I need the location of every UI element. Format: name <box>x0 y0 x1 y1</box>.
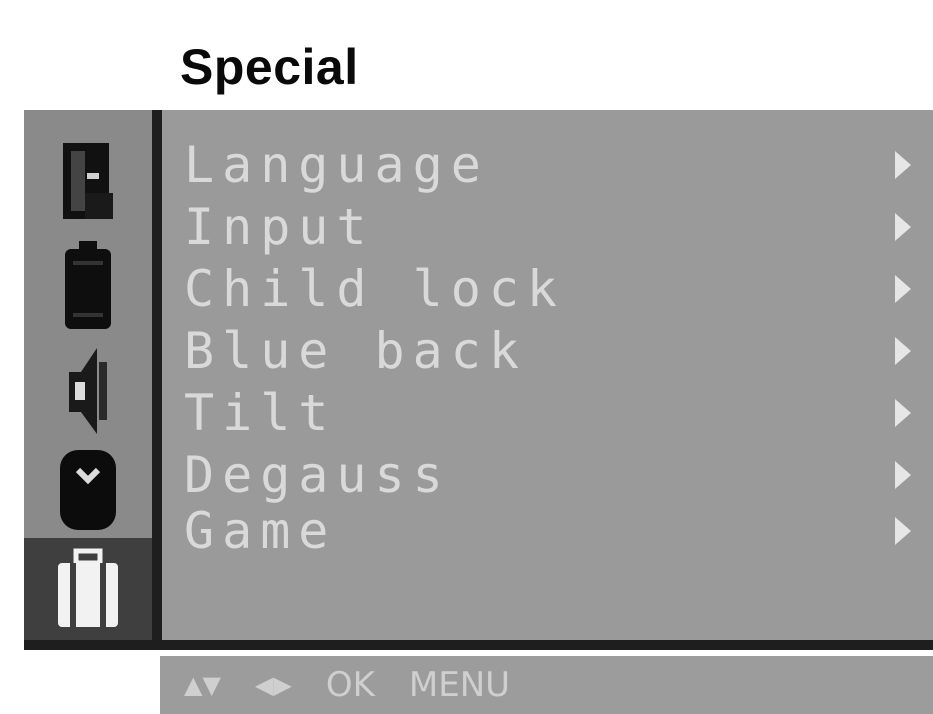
audio-icon[interactable] <box>24 338 152 442</box>
arrow-right-icon <box>895 213 911 241</box>
menu-item-input[interactable]: Input <box>184 198 915 256</box>
arrow-right-icon <box>895 461 911 489</box>
key-guide-bar: ▲▼ ◀▶ OK MENU <box>160 656 933 714</box>
menu-item-label: Degauss <box>184 446 451 504</box>
special-suitcase-icon[interactable] <box>24 538 152 640</box>
menu-key-hint: MENU <box>408 665 511 705</box>
up-down-keys-hint: ▲▼ <box>184 671 221 699</box>
menu-item-game[interactable]: Game <box>184 502 915 560</box>
menu-item-language[interactable]: Language <box>184 136 915 194</box>
menu-item-tilt[interactable]: Tilt <box>184 384 915 442</box>
ok-key-hint: OK <box>325 665 375 705</box>
menu-category-rail <box>24 110 162 650</box>
menu-item-degauss[interactable]: Degauss <box>184 446 915 504</box>
menu-item-label: Child lock <box>184 260 566 318</box>
menu-item-label: Input <box>184 198 375 256</box>
menu-item-label: Game <box>184 502 337 560</box>
arrow-right-icon <box>895 275 911 303</box>
page-title: Special <box>180 39 359 95</box>
screen-icon[interactable] <box>24 442 152 538</box>
arrow-right-icon <box>895 337 911 365</box>
picture-mode-icon[interactable] <box>24 128 152 232</box>
arrow-right-icon <box>895 151 911 179</box>
menu-item-label: Tilt <box>184 384 337 442</box>
arrow-right-icon <box>895 399 911 427</box>
menu-frame-divider <box>24 640 933 650</box>
menu-item-blue-back[interactable]: Blue back <box>184 322 915 380</box>
menu-item-child-lock[interactable]: Child lock <box>184 260 915 318</box>
arrow-right-icon <box>895 517 911 545</box>
menu-item-label: Language <box>184 136 489 194</box>
left-right-keys-hint: ◀▶ <box>254 671 292 699</box>
menu-item-label: Blue back <box>184 322 527 380</box>
special-menu-panel: Language Input Child lock Blue back Tilt… <box>162 110 933 640</box>
battery-icon[interactable] <box>24 232 152 338</box>
